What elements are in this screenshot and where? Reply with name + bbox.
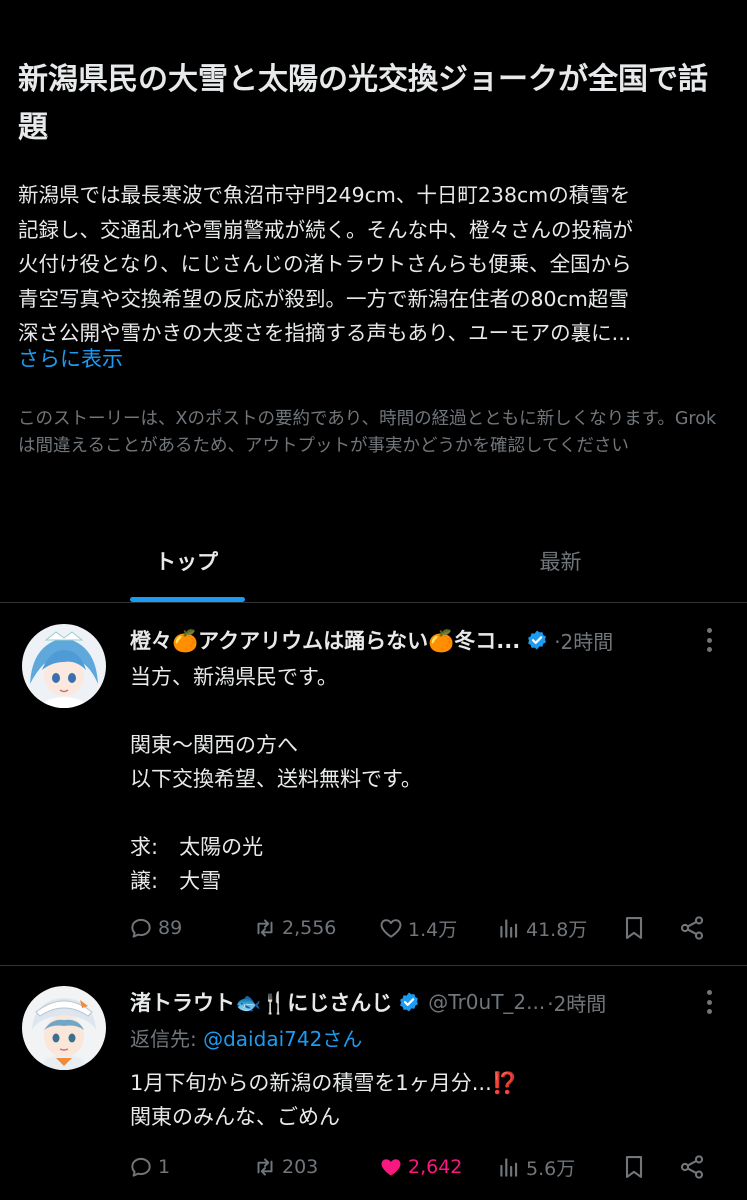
view-count: 41.8万: [526, 918, 588, 941]
summary-line: 記録し、交通乱れや雪崩警戒が続く。そんな中、橙々さんの投稿が: [18, 217, 633, 242]
views-button[interactable]: 5.6万: [496, 1149, 575, 1185]
summary-line: 火付け役となり、にじさんじの渚トラウトさんらも便乗、全国から: [18, 252, 632, 276]
avatar[interactable]: [22, 986, 106, 1070]
divider: [0, 602, 747, 603]
author-name[interactable]: 渚トラウト🐟🍴にじさんじ: [130, 987, 392, 1017]
share-icon[interactable]: [678, 1153, 706, 1181]
reply-button[interactable]: 89: [128, 910, 182, 946]
repost-button[interactable]: 203: [252, 1149, 318, 1185]
divider: [0, 965, 747, 966]
more-options-icon[interactable]: [699, 626, 719, 654]
summary-line: 新潟県では最長寒波で魚沼市守門249cm、十日町238cmの積雪を: [18, 183, 631, 207]
reply-prefix: 返信先:: [130, 1027, 197, 1051]
post-text-line: [130, 796, 730, 830]
tab-latest[interactable]: 最新: [374, 520, 747, 602]
reply-icon: [131, 918, 151, 938]
repost-count: 203: [282, 1156, 319, 1178]
post-header: 橙々🍊アクアリウムは踊らない🍊冬コ... ·2時間: [130, 622, 740, 658]
post-text-line: [130, 694, 730, 728]
like-icon: [380, 919, 402, 938]
post-header: 渚トラウト🐟🍴にじさんじ @Tr0uT_2... ·2時間: [130, 984, 740, 1020]
show-more-link[interactable]: さらに表示: [18, 342, 123, 376]
like-button[interactable]: 1.4万: [378, 910, 457, 946]
post-time[interactable]: ·2時間: [554, 626, 613, 655]
summary-line: 青空写真や交換希望の反応が殺到。一方で新潟在住者の80cm超雪: [18, 286, 629, 311]
grok-disclaimer: このストーリーは、Xのポストの要約であり、時間の経過とともに新しくなります。Gr…: [18, 409, 717, 456]
bookmark-icon[interactable]: [620, 914, 648, 942]
post-actions: 1 203 2,642 5.6万: [128, 1149, 718, 1185]
post-text-line: 以下交換希望、送料無料です。: [130, 767, 422, 791]
story-summary: 新潟県では最長寒波で魚沼市守門249cm、十日町238cmの積雪を 記録し、交通…: [18, 178, 730, 350]
views-button[interactable]: 41.8万: [496, 910, 587, 946]
reply-button[interactable]: 1: [128, 1149, 170, 1185]
share-icon[interactable]: [678, 914, 706, 942]
bookmark-icon[interactable]: [620, 1153, 648, 1181]
post-1[interactable]: 橙々🍊アクアリウムは踊らない🍊冬コ... ·2時間 当方、新潟県民です。 関東〜…: [0, 622, 747, 965]
tab-top[interactable]: トップ: [0, 520, 373, 602]
author-handle[interactable]: @Tr0uT_2...: [428, 990, 545, 1014]
reply-icon: [131, 1157, 151, 1177]
like-icon: [381, 1159, 401, 1176]
avatar[interactable]: [22, 624, 106, 708]
post-2[interactable]: 渚トラウト🐟🍴にじさんじ @Tr0uT_2... ·2時間 返信先: @daid…: [0, 984, 747, 1200]
reply-mention-link[interactable]: @daidai742さん: [203, 1027, 362, 1051]
views-icon: [500, 1158, 518, 1177]
post-text-line: 関東のみんな、ごめん: [130, 1105, 340, 1129]
repost-icon: [257, 919, 273, 937]
view-count: 5.6万: [526, 1157, 576, 1180]
post-text-line: 1月下旬からの新潟の積雪を1ヶ月分...⁉️: [130, 1071, 518, 1095]
story-headline: 新潟県民の大雪と太陽の光交換ジョークが全国で話題: [18, 62, 708, 145]
author-name[interactable]: 橙々🍊アクアリウムは踊らない🍊冬コ...: [130, 625, 520, 655]
like-button[interactable]: 2,642: [378, 1149, 462, 1185]
like-count: 2,642: [408, 1156, 463, 1178]
repost-icon: [257, 1158, 273, 1176]
post-text-line: 関東〜関西の方へ: [130, 733, 298, 757]
summary-line: 深さ公開や雪かきの大変さを指摘する声もあり、ユーモアの裏に...: [18, 321, 632, 345]
more-options-icon[interactable]: [699, 988, 719, 1016]
reply-count: 1: [158, 1156, 171, 1178]
tab-bar: トップ 最新: [0, 520, 747, 602]
reply-count: 89: [158, 917, 183, 939]
post-text: 1月下旬からの新潟の積雪を1ヶ月分...⁉️ 関東のみんな、ごめん: [130, 1066, 730, 1134]
post-actions: 89 2,556 1.4万 41.8万: [128, 910, 718, 946]
like-count: 1.4万: [408, 918, 458, 941]
post-time[interactable]: ·2時間: [547, 988, 606, 1017]
views-icon: [500, 919, 518, 938]
repost-button[interactable]: 2,556: [252, 910, 336, 946]
post-text-line: 当方、新潟県民です。: [130, 665, 338, 689]
post-text-line: 求: 太陽の光: [130, 835, 264, 859]
reply-context: 返信先: @daidai742さん: [130, 1024, 362, 1054]
verified-badge-icon: [528, 630, 547, 650]
post-text-line: 譲: 大雪: [130, 869, 222, 893]
post-text: 当方、新潟県民です。 関東〜関西の方へ 以下交換希望、送料無料です。 求: 太陽…: [130, 660, 730, 898]
repost-count: 2,556: [282, 917, 337, 939]
verified-badge-icon: [400, 992, 419, 1012]
